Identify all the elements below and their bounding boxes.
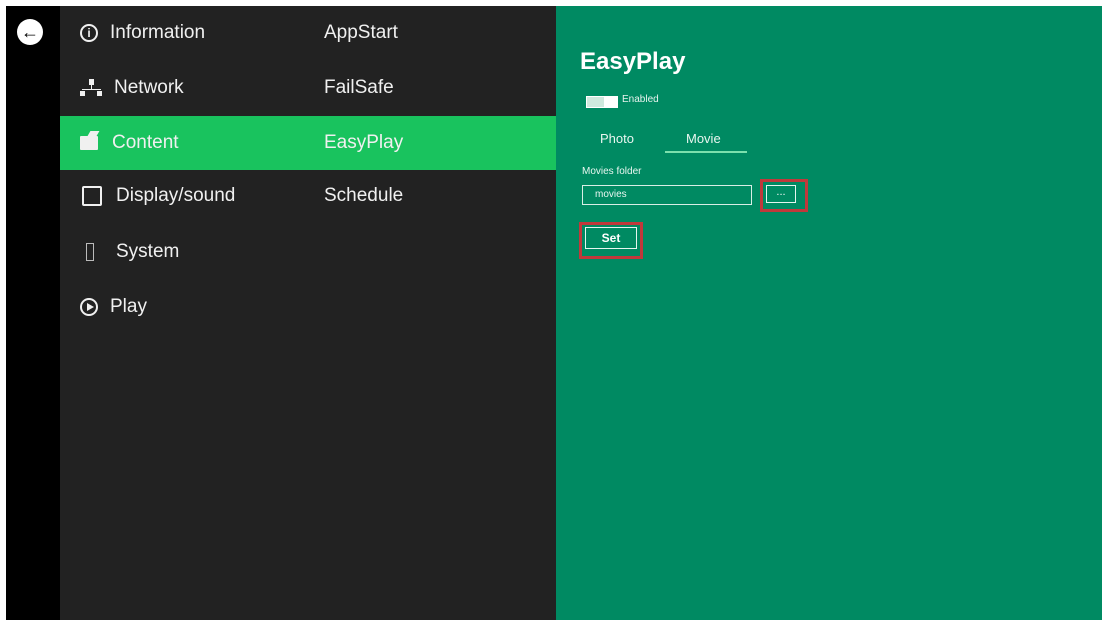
category-label: Display/sound: [116, 185, 236, 206]
category-label: Play: [110, 296, 147, 317]
enabled-label: Enabled: [622, 94, 659, 105]
arrow-left-circle-icon: ←: [21, 22, 39, 42]
tab-movie[interactable]: Movie: [686, 131, 721, 146]
sub-item-easyplay[interactable]: EasyPlay: [324, 116, 403, 170]
sub-item-schedule[interactable]: Schedule: [324, 169, 403, 223]
app-window: ← i Information AppStart Network FailSaf…: [6, 6, 1102, 620]
sub-item-appstart[interactable]: AppStart: [324, 6, 398, 60]
movies-folder-input[interactable]: movies: [582, 185, 752, 205]
sub-item-label: EasyPlay: [324, 132, 404, 153]
enabled-toggle[interactable]: [586, 96, 618, 108]
menu-row-4: Display/sound Schedule: [60, 169, 556, 223]
back-button[interactable]: ←: [17, 19, 43, 45]
menu-row-1: i Information AppStart: [60, 6, 556, 60]
menu-row-5: System: [60, 225, 556, 279]
category-label: Content: [112, 132, 179, 153]
back-bar: ←: [6, 6, 60, 620]
category-system[interactable]: System: [80, 225, 179, 279]
set-button[interactable]: Set: [585, 227, 637, 249]
browse-button[interactable]: ...: [766, 185, 796, 203]
category-network[interactable]: Network: [80, 61, 184, 115]
sub-item-failsafe[interactable]: FailSafe: [324, 61, 394, 115]
category-play[interactable]: Play: [80, 280, 147, 334]
menu-row-6: Play: [60, 280, 556, 334]
play-circle-icon: [80, 298, 98, 316]
movies-folder-label: Movies folder: [582, 166, 642, 177]
category-information[interactable]: i Information: [80, 6, 205, 60]
category-label: Network: [114, 77, 184, 98]
network-icon: [80, 79, 102, 97]
settings-menu: i Information AppStart Network FailSafe: [60, 6, 556, 620]
phone-icon: [86, 243, 94, 261]
panel-title: EasyPlay: [580, 48, 686, 75]
display-icon: [82, 186, 102, 206]
tab-photo[interactable]: Photo: [600, 131, 634, 146]
category-label: Information: [110, 22, 206, 43]
sub-item-label: AppStart: [324, 22, 398, 43]
sub-item-label: FailSafe: [324, 77, 394, 98]
info-circle-icon: i: [80, 24, 98, 42]
sub-item-label: Schedule: [324, 185, 404, 206]
category-label: System: [116, 241, 180, 262]
easyplay-panel: EasyPlay Enabled Photo Movie Movies fold…: [556, 6, 1102, 620]
menu-row-3: Content EasyPlay: [60, 116, 556, 170]
menu-row-2: Network FailSafe: [60, 61, 556, 115]
active-tab-indicator: [665, 151, 747, 153]
category-content[interactable]: Content: [80, 116, 179, 170]
category-display-sound[interactable]: Display/sound: [80, 169, 235, 223]
folder-icon: [80, 136, 98, 150]
